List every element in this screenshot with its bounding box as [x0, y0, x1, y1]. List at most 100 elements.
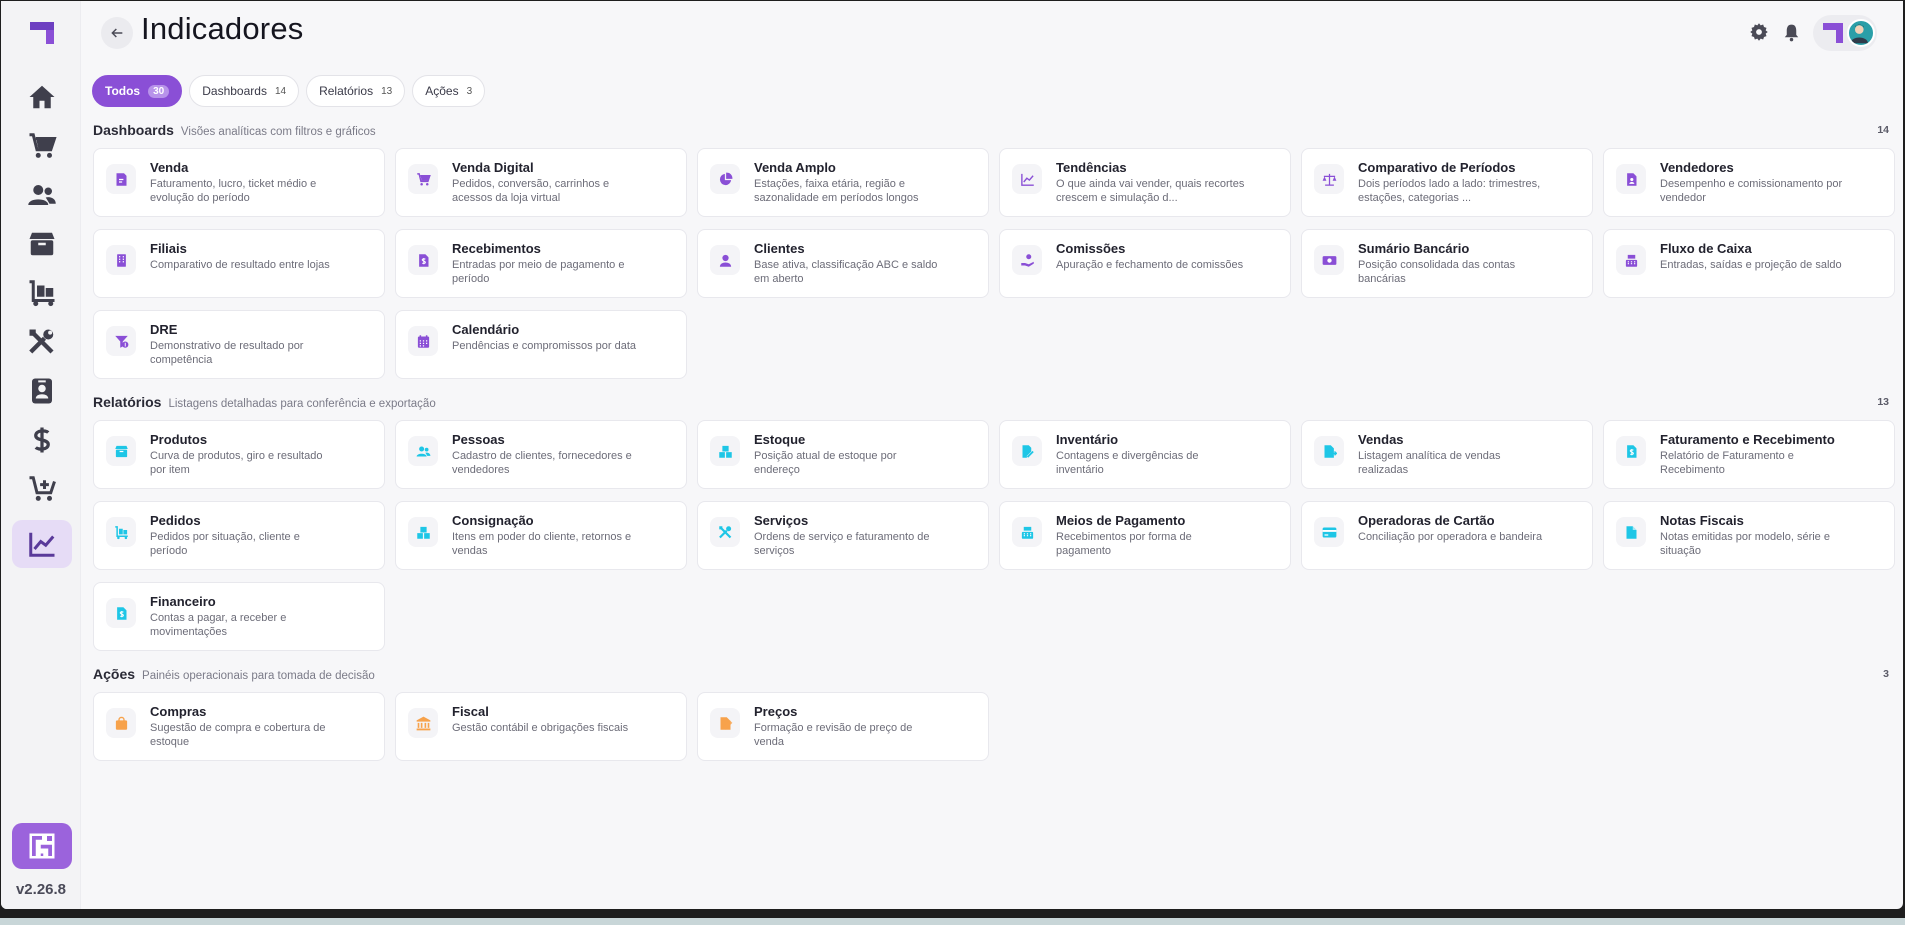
card-title: Meios de Pagamento [1056, 513, 1186, 528]
indicator-card[interactable]: Recebimentos Entradas por meio de pagamen… [395, 229, 687, 298]
cash-register-icon [1012, 517, 1042, 547]
integrations-button[interactable] [12, 823, 72, 869]
card-title: Fiscal [452, 704, 489, 719]
sidebar-item-people[interactable] [12, 171, 72, 219]
card-title: DRE [150, 322, 178, 337]
indicator-card[interactable]: Preços Formação e revisão de preço de ven… [697, 692, 989, 761]
section-count-relatorios: 13 [1877, 396, 1889, 408]
section-title: Ações [93, 666, 136, 682]
indicator-card[interactable]: Venda Amplo Estações, faixa etária, regiã… [697, 148, 989, 217]
indicator-card[interactable]: Tendências O que ainda vai vender, quais … [999, 148, 1291, 217]
user-menu[interactable] [1813, 15, 1877, 51]
indicator-card[interactable]: DRE Demonstrativo de resultado por compet… [93, 310, 385, 379]
section-count-dashboards: 14 [1877, 124, 1889, 136]
doc-icon [1616, 517, 1646, 547]
sidebar-item-dollar[interactable] [12, 416, 72, 464]
indicator-card[interactable]: Fiscal Gestão contábil e obrigações fisca… [395, 692, 687, 761]
money-icon [1314, 245, 1344, 275]
card-description: Apuração e fechamento de comissões [1056, 259, 1244, 271]
card-description: Cadastro de clientes, fornecedores e ven… [452, 450, 632, 476]
sidebar-item-indicadores[interactable] [12, 520, 72, 568]
indicator-card[interactable]: Sumário Bancário Posição consolidada das … [1301, 229, 1593, 298]
card-title: Pessoas [452, 432, 505, 447]
card-description: Relatório de Faturamento e Recebimento [1660, 450, 1794, 476]
indicator-card[interactable]: Consignação Itens em poder do cliente, re… [395, 501, 687, 570]
card-description: Recebimentos por forma de pagamento [1056, 531, 1192, 557]
building-icon [106, 245, 136, 275]
indicator-card[interactable]: Inventário Contagens e divergências de in… [999, 420, 1291, 489]
sidebar-item-badge[interactable] [12, 367, 72, 415]
tab-todos[interactable]: Todos 30 [92, 75, 183, 107]
back-button[interactable] [101, 17, 133, 49]
card-description: Entradas por meio de pagamento e período [452, 259, 625, 285]
section-header-acoes: Ações Painéis operacionais para tomada d… [93, 666, 375, 682]
card-title: Notas Fiscais [1660, 513, 1744, 528]
card-title: Financeiro [150, 594, 216, 609]
sidebar-item-box[interactable] [12, 220, 72, 268]
indicator-card[interactable]: Vendedores Desempenho e comissionamento p… [1603, 148, 1895, 217]
receipt-icon [106, 164, 136, 194]
bag-icon [106, 708, 136, 738]
tab-relatorios[interactable]: Relatórios 13 [306, 75, 406, 107]
indicator-card[interactable]: Produtos Curva de produtos, giro e result… [93, 420, 385, 489]
notifications-button[interactable] [1779, 20, 1803, 44]
card-description: Sugestão de compra e cobertura de estoqu… [150, 722, 326, 748]
price-tag-icon [710, 708, 740, 738]
tab-label: Ações [425, 84, 459, 98]
indicator-card[interactable]: Financeiro Contas a pagar, a receber e mo… [93, 582, 385, 651]
sidebar-item-home[interactable] [12, 73, 72, 121]
card-description: Ordens de serviço e faturamento de servi… [754, 531, 930, 557]
indicator-card[interactable]: Comparativo de Períodos Dois períodos lad… [1301, 148, 1593, 217]
card-title: Calendário [452, 322, 520, 337]
dolly-icon [106, 517, 136, 547]
card-description: Curva de produtos, giro e resultado por … [150, 450, 323, 476]
box-icon [106, 436, 136, 466]
indicator-card[interactable]: Fluxo de Caixa Entradas, saídas e projeçã… [1603, 229, 1895, 298]
indicator-card[interactable]: Meios de Pagamento Recebimentos por forma… [999, 501, 1291, 570]
indicator-card[interactable]: Serviços Ordens de serviço e faturamento … [697, 501, 989, 570]
card-description: Pedidos, conversão, carrinhos e acessos … [452, 178, 610, 204]
doc-arrow-icon [1314, 436, 1344, 466]
sidebar-item-tools[interactable] [12, 318, 72, 366]
card-title: Venda Amplo [754, 160, 836, 175]
sidebar-item-cart[interactable] [12, 122, 72, 170]
funnel-dollar-icon [106, 326, 136, 356]
card-title: Filiais [150, 241, 187, 256]
cart-icon [29, 133, 57, 158]
indicator-card[interactable]: Compras Sugestão de compra e cobertura de… [93, 692, 385, 761]
sidebar-item-dolly[interactable] [12, 269, 72, 317]
card-description: Pedidos por situação, cliente e período [150, 531, 300, 557]
boxes-icon [710, 436, 740, 466]
person-icon [710, 245, 740, 275]
tab-dashboards[interactable]: Dashboards 14 [189, 75, 300, 107]
indicator-card[interactable]: Vendas Listagem analítica de vendas reali… [1301, 420, 1593, 489]
indicator-card[interactable]: Calendário Pendências e compromissos por … [395, 310, 687, 379]
indicator-card[interactable]: Venda Faturamento, lucro, ticket médio e … [93, 148, 385, 217]
settings-button[interactable] [1747, 20, 1771, 44]
card-description: Faturamento, lucro, ticket médio e evolu… [150, 178, 317, 204]
dolly-icon [29, 280, 55, 307]
cash-register-icon [1616, 245, 1646, 275]
indicator-card[interactable]: Filiais Comparativo de resultado entre lo… [93, 229, 385, 298]
boxes-icon [408, 517, 438, 547]
sidebar-item-cart-plus[interactable] [12, 465, 72, 513]
card-description: Formação e revisão de preço de venda [754, 722, 913, 748]
people-icon [408, 436, 438, 466]
card-description: Posição consolidada das contas bancárias [1358, 259, 1516, 285]
indicator-card[interactable]: Faturamento e Recebimento Relatório de Fa… [1603, 420, 1895, 489]
card-description: Contas a pagar, a receber e movimentaçõe… [150, 612, 287, 638]
indicator-card[interactable]: Venda Digital Pedidos, conversão, carrinh… [395, 148, 687, 217]
indicator-card[interactable]: Pedidos Pedidos por situação, cliente e p… [93, 501, 385, 570]
indicator-card[interactable]: Comissões Apuração e fechamento de comiss… [999, 229, 1291, 298]
brand-logo-icon[interactable] [28, 20, 56, 46]
card-description: Comparativo de resultado entre lojas [150, 259, 330, 271]
tab-acoes[interactable]: Ações 3 [412, 75, 486, 107]
indicator-card[interactable]: Notas Fiscais Notas emitidas por modelo, … [1603, 501, 1895, 570]
sidebar: v2.26.8 [1, 1, 81, 909]
indicator-card[interactable]: Pessoas Cadastro de clientes, fornecedore… [395, 420, 687, 489]
indicator-card[interactable]: Estoque Posição atual de estoque por ende… [697, 420, 989, 489]
card-description: Contagens e divergências de inventário [1056, 450, 1199, 476]
tab-label: Dashboards [202, 84, 267, 98]
indicator-card[interactable]: Clientes Base ativa, classificação ABC e … [697, 229, 989, 298]
indicator-card[interactable]: Operadoras de Cartão Conciliação por oper… [1301, 501, 1593, 570]
